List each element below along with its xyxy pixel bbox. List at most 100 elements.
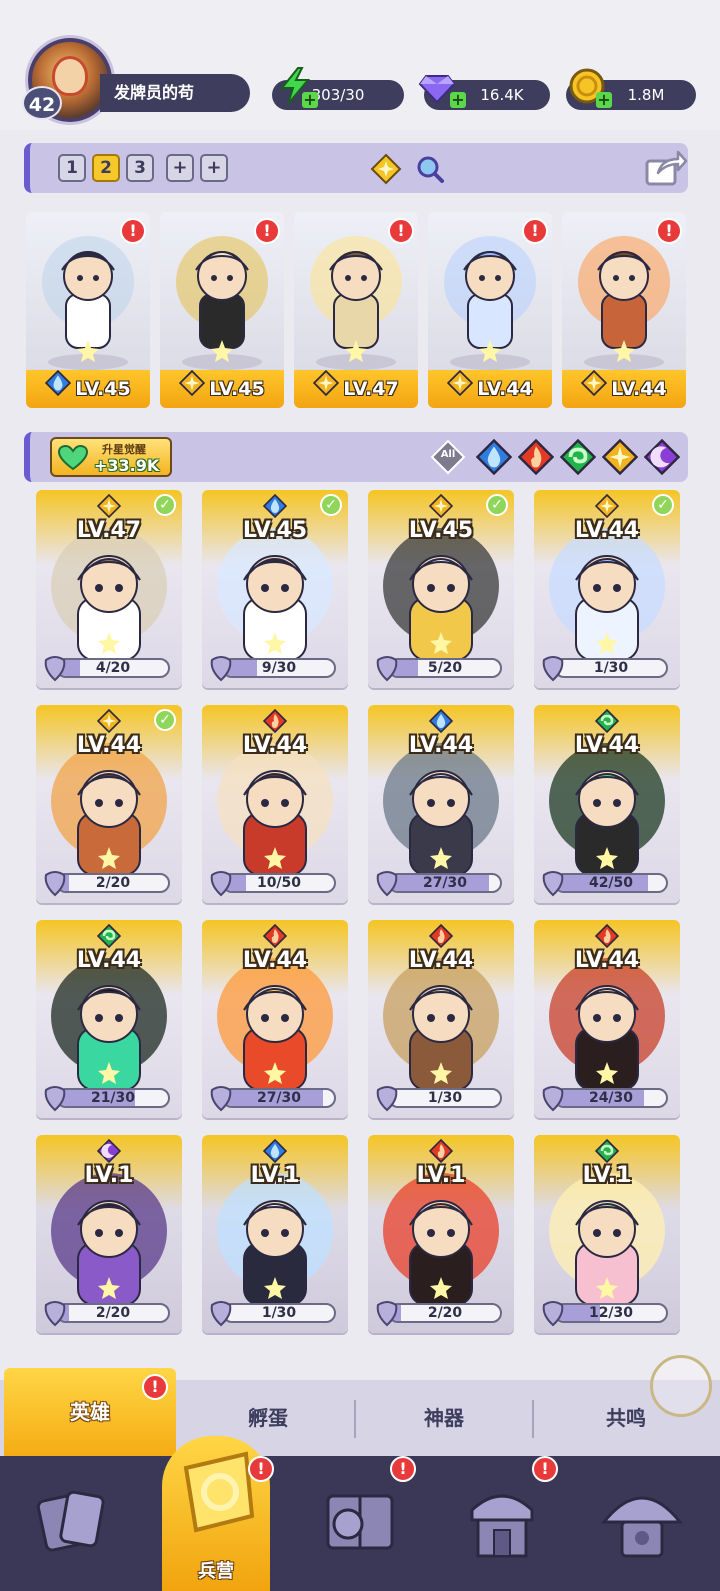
hero-card[interactable]: ✓ LV.45 9/30 xyxy=(202,490,348,688)
hero-level: LV.44 xyxy=(76,948,142,973)
light-element-icon xyxy=(96,708,122,734)
light-element-icon xyxy=(594,493,620,519)
hero-card[interactable]: LV.44 27/30 xyxy=(202,920,348,1118)
hero-level: LV.1 xyxy=(250,1163,300,1188)
nav-shrine-alert-icon: ! xyxy=(532,1456,558,1482)
team-tab-1[interactable]: 1 xyxy=(58,154,86,182)
filter-light-button[interactable] xyxy=(601,438,639,476)
hero-card[interactable]: LV.44 21/30 xyxy=(36,920,182,1118)
nav-cards[interactable] xyxy=(0,1456,144,1591)
wind-element-icon xyxy=(559,438,597,476)
hero-element xyxy=(594,493,620,519)
hero-card[interactable]: LV.1 2/20 xyxy=(36,1135,182,1333)
team-tab-3[interactable]: 3 xyxy=(126,154,154,182)
nav-barracks-label: 兵营 xyxy=(198,1561,234,1582)
filter-water-button[interactable] xyxy=(475,438,513,476)
hero-element xyxy=(428,493,454,519)
energy-plus-icon[interactable]: + xyxy=(302,92,318,108)
nav-shrine[interactable] xyxy=(446,1456,590,1591)
hero-element xyxy=(428,708,454,734)
player-name[interactable]: 发牌员的苟 xyxy=(100,74,250,112)
team-tab-2[interactable]: 2 xyxy=(92,154,120,182)
hero-level-footer: LV.44 xyxy=(428,369,552,408)
hero-card[interactable]: LV.1 2/20 xyxy=(368,1135,514,1333)
add-team-button-2[interactable]: + xyxy=(200,154,228,182)
hero-card[interactable]: LV.44 10/50 xyxy=(202,705,348,903)
shard-icon xyxy=(376,871,398,897)
hero-element xyxy=(96,708,122,734)
nav-map[interactable] xyxy=(302,1456,446,1591)
wind-element-icon xyxy=(594,1138,620,1164)
shard-icon xyxy=(542,1086,564,1112)
divider xyxy=(354,1400,356,1438)
hero-level: LV.44 xyxy=(574,733,640,758)
star-awaken-button[interactable]: 升星觉醒 +33.9K xyxy=(50,437,172,477)
light-element-icon[interactable] xyxy=(370,153,402,185)
hero-card[interactable]: ✓ LV.47 4/20 xyxy=(36,490,182,688)
hero-element xyxy=(428,923,454,949)
shard-icon xyxy=(376,656,398,682)
hero-card[interactable]: LV.1 12/30 xyxy=(534,1135,680,1333)
hero-element xyxy=(594,708,620,734)
hero-level: LV.44 xyxy=(574,518,640,543)
filter-all-button[interactable]: All xyxy=(430,439,466,475)
hero-card[interactable]: LV.1 1/30 xyxy=(202,1135,348,1333)
tab-resonance-label: 共鸣 xyxy=(606,1406,646,1430)
hero-card[interactable]: ✓ LV.44 2/20 xyxy=(36,705,182,903)
filter-fire-button[interactable] xyxy=(517,438,555,476)
light-element-icon xyxy=(313,369,340,397)
hero-level: LV.44 xyxy=(477,378,533,400)
light-element-icon xyxy=(447,369,474,397)
progress-text: 42/50 xyxy=(588,875,634,891)
light-element-icon xyxy=(179,369,206,397)
hero-card[interactable]: LV.44 42/50 xyxy=(534,705,680,903)
hero-shard-progress: 27/30 xyxy=(222,1088,336,1108)
fire-element-icon xyxy=(594,923,620,949)
dark-element-icon xyxy=(96,1138,122,1164)
gem-plus-icon[interactable]: + xyxy=(450,92,466,108)
alert-icon: ! xyxy=(120,218,146,244)
formation-slot[interactable]: LV.47 ! xyxy=(294,212,418,408)
floating-ring-button[interactable] xyxy=(650,1355,712,1417)
hero-shard-progress: 2/20 xyxy=(388,1303,502,1323)
progress-text: 5/20 xyxy=(427,660,463,676)
shard-icon xyxy=(44,656,66,682)
fire-element-icon xyxy=(428,1138,454,1164)
formation-slot[interactable]: LV.44 ! xyxy=(428,212,552,408)
awaken-title: 升星觉醒 xyxy=(102,443,146,456)
hero-card[interactable]: ✓ LV.44 1/30 xyxy=(534,490,680,688)
map-icon xyxy=(326,1494,394,1550)
water-element-icon xyxy=(262,493,288,519)
shard-icon xyxy=(44,1301,66,1327)
share-icon[interactable] xyxy=(644,149,688,187)
filter-dark-button[interactable] xyxy=(643,438,681,476)
hero-level: LV.44 xyxy=(408,733,474,758)
hero-card[interactable]: LV.44 24/30 xyxy=(534,920,680,1118)
shrine-icon xyxy=(470,1494,534,1558)
hero-element xyxy=(262,1138,288,1164)
nav-barracks-alert-icon: ! xyxy=(248,1456,274,1482)
alert-icon: ! xyxy=(254,218,280,244)
hero-level: LV.44 xyxy=(242,733,308,758)
heart-icon xyxy=(58,445,88,471)
formation-slot[interactable]: LV.45 ! xyxy=(160,212,284,408)
hero-card[interactable]: LV.44 1/30 xyxy=(368,920,514,1118)
hero-card[interactable]: ✓ LV.45 5/20 xyxy=(368,490,514,688)
search-icon[interactable] xyxy=(414,153,446,185)
water-element-icon xyxy=(428,708,454,734)
nav-home[interactable] xyxy=(586,1456,720,1591)
hero-card[interactable]: LV.44 27/30 xyxy=(368,705,514,903)
add-team-button-1[interactable]: + xyxy=(166,154,194,182)
formation-slot[interactable]: LV.44 ! xyxy=(562,212,686,408)
coin-plus-icon[interactable]: + xyxy=(596,92,612,108)
tab-artifacts[interactable]: 神器 xyxy=(358,1380,530,1456)
hero-level: LV.44 xyxy=(76,733,142,758)
hero-level: LV.44 xyxy=(242,948,308,973)
filter-wind-button[interactable] xyxy=(559,438,597,476)
hero-level: LV.1 xyxy=(416,1163,466,1188)
hero-shard-progress: 10/50 xyxy=(222,873,336,893)
formation-slot[interactable]: LV.45 ! xyxy=(26,212,150,408)
hero-level-footer: LV.45 xyxy=(160,369,284,408)
hero-level: LV.47 xyxy=(76,518,142,543)
selected-check-icon: ✓ xyxy=(154,709,176,731)
